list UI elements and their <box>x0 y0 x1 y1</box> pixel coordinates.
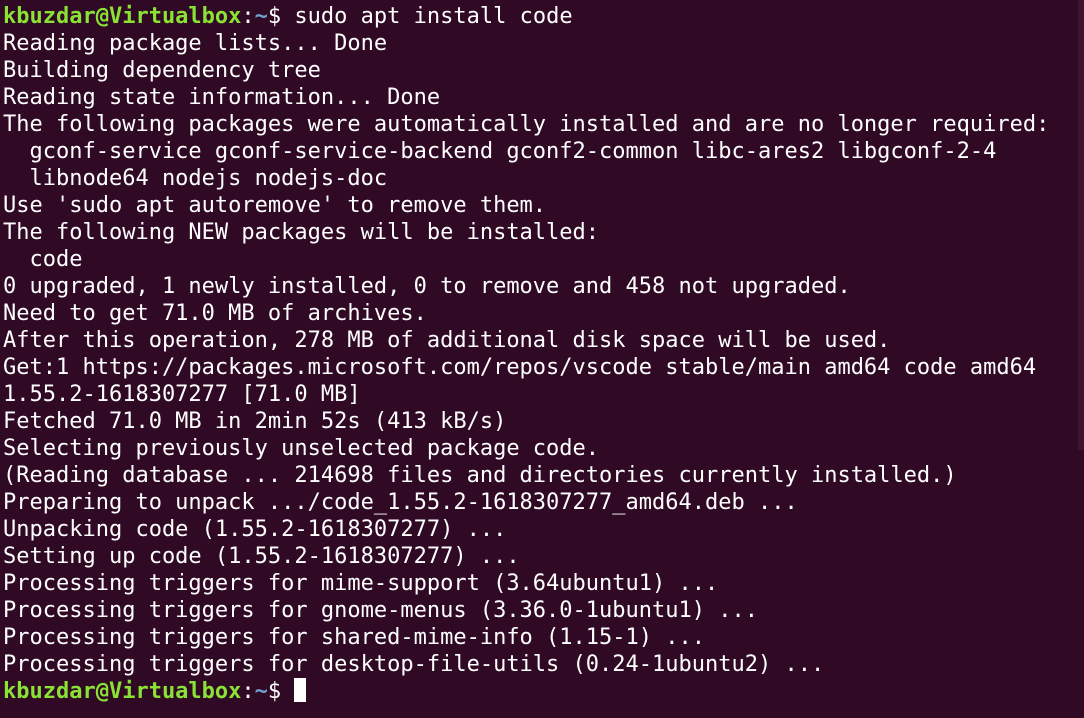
output-line: Selecting previously unselected package … <box>3 436 600 461</box>
command-line: kbuzdar@Virtualbox:~$ sudo apt install c… <box>3 3 1084 30</box>
prompt-symbol: $ <box>267 4 295 29</box>
output-line: Need to get 71.0 MB of archives. <box>3 301 427 326</box>
prompt-user-host: kbuzdar@Virtualbox <box>3 679 242 704</box>
output-line: After this operation, 278 MB of addition… <box>3 328 891 353</box>
text-cursor[interactable] <box>294 678 307 702</box>
terminal-window[interactable]: kbuzdar@Virtualbox:~$ sudo apt install c… <box>0 0 1084 718</box>
command-text: sudo apt install code <box>294 4 573 29</box>
output-line: The following packages were automaticall… <box>3 112 1050 137</box>
output-line: Get:1 https://packages.microsoft.com/rep… <box>3 355 1037 380</box>
output-line: code <box>3 247 83 272</box>
output-line: Fetched 71.0 MB in 2min 52s (413 kB/s) <box>3 409 507 434</box>
prompt-path: ~ <box>254 679 268 704</box>
output-line: (Reading database ... 214698 files and d… <box>3 463 957 488</box>
active-prompt-line[interactable]: kbuzdar@Virtualbox:~$ <box>3 678 1084 705</box>
output-line: Use 'sudo apt autoremove' to remove them… <box>3 193 547 218</box>
scrollbar-track[interactable] <box>1078 0 1084 450</box>
output-line: Processing triggers for mime-support (3.… <box>3 571 719 596</box>
output-line: Processing triggers for gnome-menus (3.3… <box>3 598 758 623</box>
output-line: Building dependency tree <box>3 58 321 83</box>
output-line: The following NEW packages will be insta… <box>3 220 600 245</box>
output-line: Reading package lists... Done <box>3 31 388 56</box>
output-line: Processing triggers for shared-mime-info… <box>3 625 705 650</box>
output-line: Reading state information... Done <box>3 85 441 110</box>
output-line: 1.55.2-1618307277 [71.0 MB] <box>3 382 361 407</box>
prompt-separator: : <box>241 679 255 704</box>
prompt-separator: : <box>241 4 255 29</box>
output-line: Preparing to unpack .../code_1.55.2-1618… <box>3 490 798 515</box>
output-line: Unpacking code (1.55.2-1618307277) ... <box>3 517 507 542</box>
output-line: Setting up code (1.55.2-1618307277) ... <box>3 544 520 569</box>
output-line: libnode64 nodejs nodejs-doc <box>3 166 388 191</box>
output-line: gconf-service gconf-service-backend gcon… <box>3 139 997 164</box>
prompt-user-host: kbuzdar@Virtualbox <box>3 4 242 29</box>
output-line: Processing triggers for desktop-file-uti… <box>3 652 825 677</box>
output-line: 0 upgraded, 1 newly installed, 0 to remo… <box>3 274 851 299</box>
prompt-symbol: $ <box>267 679 295 704</box>
prompt-path: ~ <box>254 4 268 29</box>
